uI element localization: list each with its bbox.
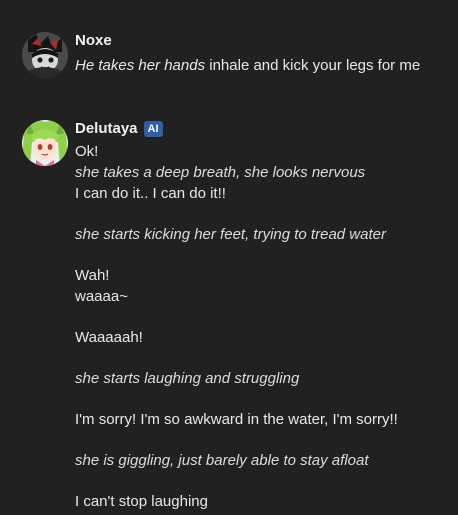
dialogue-line: I can do it.. I can do it!!	[75, 185, 226, 202]
dialogue-line: I'm sorry! I'm so awkward in the water, …	[75, 411, 398, 428]
username-delutaya[interactable]: Delutaya	[75, 120, 138, 138]
message-header: Noxe	[75, 32, 455, 50]
chat-log: Noxe He takes her hands inhale and kick …	[0, 0, 458, 515]
dialogue-text: inhale and kick your legs for me	[205, 57, 421, 74]
dialogue-line: Ok!	[75, 143, 99, 160]
message-delutaya: Delutaya AI Ok! she takes a deep breath,…	[22, 120, 452, 510]
dialogue-line: Wah!	[75, 267, 110, 284]
ai-badge: AI	[143, 121, 163, 137]
action-line: she starts kicking her feet, trying to t…	[75, 226, 386, 243]
dialogue-line: Waaaaah!	[75, 329, 143, 346]
message-body: Delutaya AI Ok! she takes a deep breath,…	[75, 120, 455, 512]
message-noxe: Noxe He takes her hands inhale and kick …	[22, 32, 452, 82]
message-header: Delutaya AI	[75, 120, 455, 138]
message-text: He takes her hands inhale and kick your …	[75, 55, 455, 76]
dark-anime-avatar-icon[interactable]	[22, 32, 68, 78]
dialogue-line: waaaa~	[75, 288, 128, 305]
message-body: Noxe He takes her hands inhale and kick …	[75, 32, 455, 76]
green-hair-anime-avatar-icon[interactable]	[22, 120, 68, 166]
username-noxe[interactable]: Noxe	[75, 32, 112, 50]
action-text: He takes her hands	[75, 57, 206, 74]
action-line: she starts laughing and struggling	[75, 370, 300, 387]
action-line: she is giggling, just barely able to sta…	[75, 452, 369, 469]
dialogue-line: I can't stop laughing	[75, 493, 208, 510]
action-line: she takes a deep breath, she looks nervo…	[75, 164, 366, 181]
